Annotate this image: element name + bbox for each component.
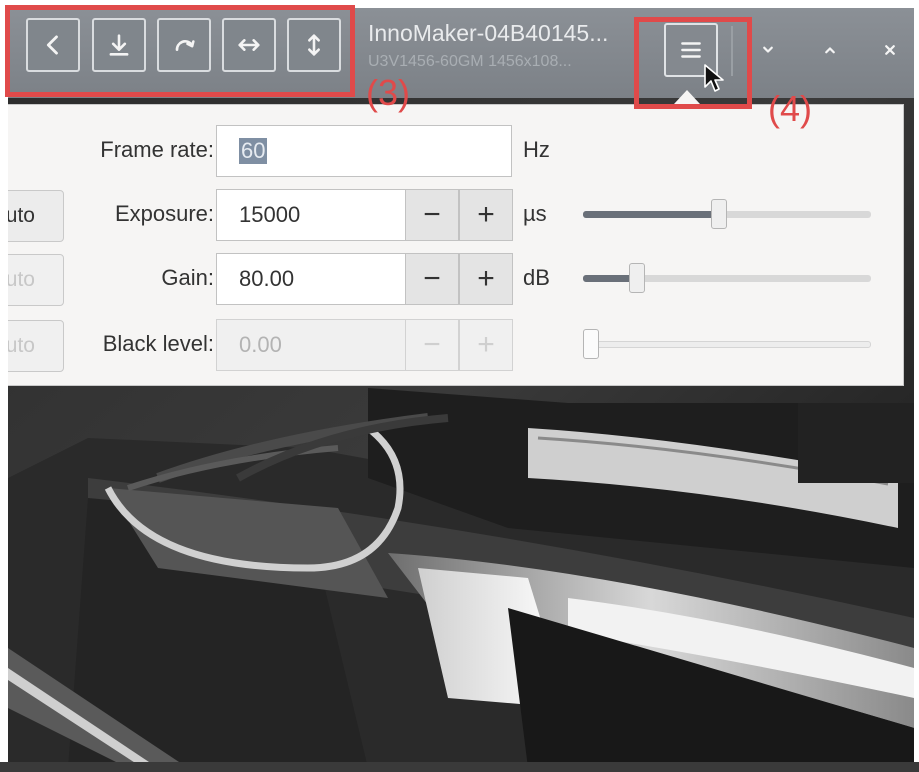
black-level-value: 0.00 <box>239 332 282 357</box>
chevron-down-icon <box>763 46 773 53</box>
black-level-slider[interactable] <box>583 329 871 359</box>
gain-label: Gain: <box>161 265 214 290</box>
minimize-button[interactable] <box>752 34 784 66</box>
header-separator <box>731 26 733 76</box>
gain-unit: dB <box>523 265 550 290</box>
toolbar-annotation-label: (3) <box>366 72 410 113</box>
download-icon <box>109 34 129 56</box>
exposure-slider[interactable] <box>583 199 871 229</box>
frame-rate-label: Frame rate: <box>100 137 214 162</box>
exposure-auto-button[interactable]: uto <box>8 190 64 242</box>
black-level-decrease-button[interactable]: − <box>405 319 459 371</box>
frame-rate-row: Frame rate: 60 Hz <box>8 123 904 179</box>
exposure-label: Exposure: <box>114 201 214 226</box>
download-button[interactable] <box>92 18 146 72</box>
menu-annotation-label: (4) <box>768 88 812 129</box>
window-title-block: InnoMaker-04B40145... U3V1456-60GM 1456x… <box>368 20 648 71</box>
back-icon <box>46 35 58 55</box>
close-button[interactable] <box>874 34 906 66</box>
black-level-increase-button[interactable]: + <box>459 319 513 371</box>
popover-arrow <box>674 90 700 104</box>
flip-horizontal-button[interactable] <box>222 18 276 72</box>
camera-settings-popover: Frame rate: 60 Hz uto Exposure: 15000 − … <box>8 104 904 386</box>
exposure-slider-fill <box>583 211 719 218</box>
close-icon <box>885 45 895 55</box>
frame-rate-input[interactable]: 60 <box>216 125 512 177</box>
flip-vertical-button[interactable] <box>287 18 341 72</box>
rotate-icon <box>175 40 195 52</box>
black-level-slider-thumb[interactable] <box>583 329 599 359</box>
rotate-button[interactable] <box>157 18 211 72</box>
frame-rate-unit: Hz <box>523 137 550 162</box>
flip-horizontal-icon <box>238 39 260 51</box>
gain-slider-thumb[interactable] <box>629 263 646 293</box>
maximize-button[interactable] <box>814 34 846 66</box>
frame-rate-value: 60 <box>239 138 268 164</box>
exposure-increase-button[interactable]: + <box>459 189 513 241</box>
exposure-unit: µs <box>523 201 547 226</box>
black-level-slider-track <box>583 341 871 348</box>
mouse-cursor-icon <box>704 64 724 92</box>
exposure-row: uto Exposure: 15000 − + µs <box>8 187 904 243</box>
gain-auto-button[interactable]: uto <box>8 254 64 306</box>
gain-increase-button[interactable]: + <box>459 253 513 305</box>
gain-value: 80.00 <box>239 266 295 291</box>
window-subtitle: U3V1456-60GM 1456x108... <box>368 53 572 70</box>
exposure-slider-thumb[interactable] <box>710 199 727 229</box>
header-bar: InnoMaker-04B40145... U3V1456-60GM 1456x… <box>8 8 914 98</box>
black-level-auto-button[interactable]: uto <box>8 320 64 372</box>
black-level-input[interactable]: 0.00 <box>216 319 406 371</box>
exposure-decrease-button[interactable]: − <box>405 189 459 241</box>
exposure-input[interactable]: 15000 <box>216 189 406 241</box>
black-level-label: Black level: <box>102 331 214 356</box>
black-level-row: uto Black level: 0.00 − + <box>8 317 904 373</box>
hamburger-menu-icon <box>681 42 701 58</box>
taskbar-edge <box>0 762 919 772</box>
gain-row: uto Gain: 80.00 − + dB <box>8 251 904 307</box>
gain-slider[interactable] <box>583 263 871 293</box>
back-button[interactable] <box>26 18 80 72</box>
window-title: InnoMaker-04B40145... <box>368 20 609 46</box>
exposure-value: 15000 <box>239 202 301 227</box>
gain-decrease-button[interactable]: − <box>405 253 459 305</box>
flip-vertical-icon <box>308 34 320 56</box>
chevron-up-icon <box>825 47 835 54</box>
gain-input[interactable]: 80.00 <box>216 253 406 305</box>
